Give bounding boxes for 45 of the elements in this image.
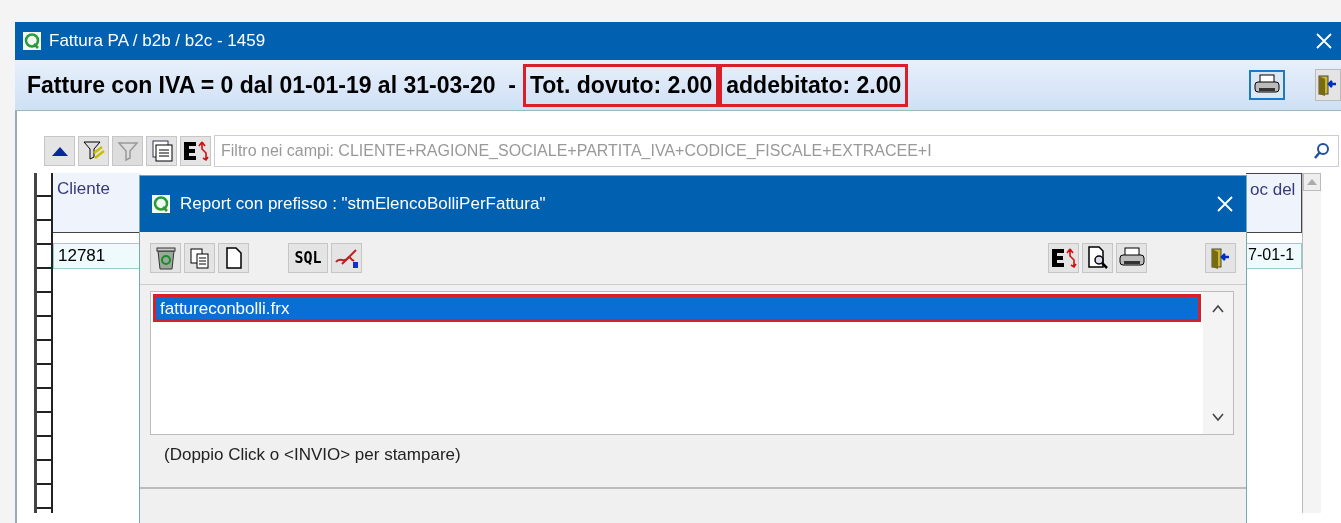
edit-filter-button[interactable] xyxy=(78,136,109,166)
summary-text: Fatture con IVA = 0 dal 01-01-19 al 31-03-20 - xyxy=(26,70,517,100)
list-item[interactable]: fattureconbolli.frx xyxy=(153,294,1201,322)
close-icon[interactable] xyxy=(1315,32,1333,50)
print-button[interactable] xyxy=(1249,70,1285,100)
window-title: Fattura PA / b2b / b2c - 1459 xyxy=(49,31,266,51)
new-button[interactable] xyxy=(218,243,249,273)
page-magnifier-icon xyxy=(1085,245,1110,271)
app-logo-icon xyxy=(152,195,170,213)
print-button[interactable] xyxy=(1116,243,1147,273)
column-header[interactable]: oc del xyxy=(1246,173,1302,233)
highlighted-total: addebitato: 2.00 xyxy=(719,63,909,107)
sql-button[interactable]: SQL xyxy=(288,243,328,273)
app-logo-icon xyxy=(23,32,41,50)
exit-button[interactable] xyxy=(1205,243,1236,273)
highlighted-total: Tot. dovuto: 2.00 xyxy=(522,63,720,107)
document-list-icon xyxy=(149,139,174,163)
export-button[interactable] xyxy=(180,136,211,166)
filter-field[interactable]: Filtro nei campi: CLIENTE+RAGIONE_SOCIALE+PARTITA_IVA+CODICE_FISCALE+EXTRACEE+I xyxy=(214,135,1339,167)
list-button[interactable] xyxy=(146,136,177,166)
exit-button[interactable] xyxy=(1315,69,1341,101)
letter-arrows-icon xyxy=(181,139,210,163)
close-icon[interactable] xyxy=(1216,195,1234,213)
table-cell: 12781 xyxy=(53,243,141,269)
hint-text: (Doppio Click o <INVIO> per stampare) xyxy=(140,435,1246,489)
funnel-icon xyxy=(115,139,140,163)
signature-button[interactable] xyxy=(331,243,362,273)
export-button[interactable] xyxy=(1048,243,1079,273)
funnel-pencil-icon xyxy=(81,139,106,163)
recycle-button[interactable] xyxy=(150,243,181,273)
letter-arrows-icon xyxy=(1049,246,1078,270)
scrollbar[interactable] xyxy=(1203,292,1233,434)
table-cell: 7-01-1 xyxy=(1246,243,1302,269)
dialog-title: Report con prefisso : "stmElencoBolliPerFattura" xyxy=(180,194,546,214)
print-preview-button[interactable] xyxy=(1082,243,1113,273)
search-icon[interactable] xyxy=(1313,142,1331,160)
triangle-up-icon xyxy=(1307,179,1317,185)
scrollbar[interactable] xyxy=(1302,173,1321,513)
column-header[interactable]: Cliente xyxy=(53,173,141,233)
move-up-button[interactable] xyxy=(44,136,75,166)
printer-icon xyxy=(1254,74,1280,96)
signature-icon xyxy=(333,246,360,270)
printer-icon xyxy=(1118,247,1145,269)
copy-button[interactable] xyxy=(184,243,215,273)
copy-icon xyxy=(187,246,212,270)
